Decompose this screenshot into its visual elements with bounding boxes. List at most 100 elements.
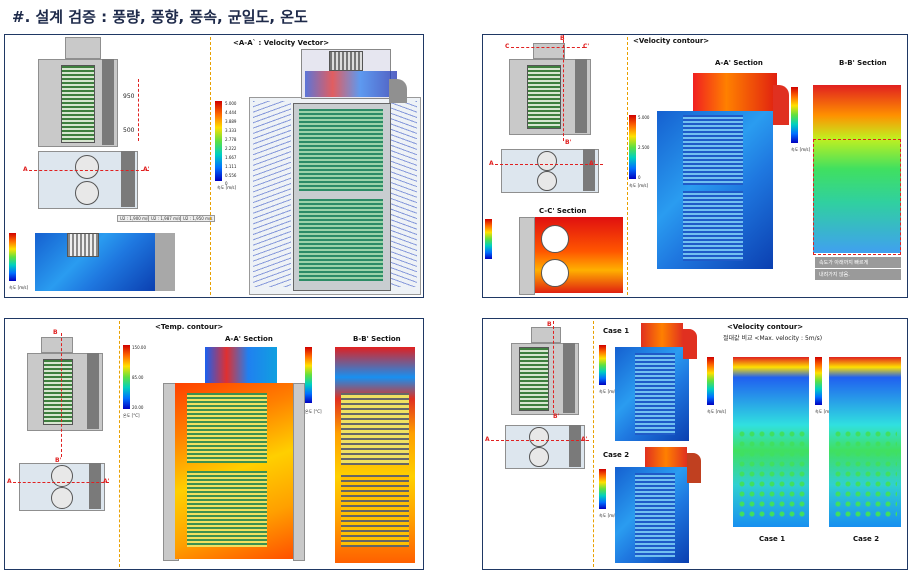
section-line-b-p4 [553,321,554,413]
aa-shelf-lower [683,191,743,261]
case2-bottom-label: Case 2 [853,535,880,543]
vector-tick-0: 5.000 [225,101,237,106]
dimension-line [138,79,139,141]
temp-bb-shelf-lower [341,475,409,547]
top-view-side [121,151,135,207]
cc-left-wall [519,217,535,295]
case1-side-duct [683,329,697,359]
bb-colorbar [791,87,798,143]
dimension-500: 500 [123,127,135,134]
cab4-side [563,343,575,413]
case2-label: Case 2 [603,451,630,459]
fan-circle-2 [75,181,99,205]
vector-tick-1: 4.444 [225,110,237,115]
case1-top [641,323,683,347]
label-a-p4: A [485,436,490,443]
small-unit: 속도 [m/s] [9,285,29,290]
label-b-p4: B [547,321,552,328]
p2-unit: 속도 [m/s] [629,183,649,188]
page-title: #. 설계 검증 : 풍량, 풍향, 풍속, 균일도, 온도 [12,8,308,26]
cab2-grill [527,65,561,129]
temp-aa-body-right [293,383,305,561]
vector-arrows-right [391,101,417,287]
panel4-divider [593,321,594,567]
cab3-top-view-side [89,463,101,509]
temp-bb-shelf-upper [341,393,409,465]
vector-tick-5: 2.222 [225,146,237,151]
compare-unit-1: 속도 [m/s] [707,409,727,414]
section-line-b [563,35,564,141]
cabinet-grill [61,65,95,143]
cc-colorbar [485,219,492,259]
case1-colorbar [599,345,606,385]
p2-tick-0: 5.000 [638,115,650,120]
fan-circle-1 [75,155,99,179]
aa-side-duct [773,85,789,125]
p2-colorbar [629,115,636,179]
panel4-subheader: 절대값 비교 <Max. velocity : 5m/s) [723,335,823,342]
p2-tick-7: 2.500 [638,145,650,150]
case2-top [645,447,687,467]
cabinet-side [102,59,114,145]
label-c: C [505,43,510,50]
vector-tick-2: 3.889 [225,119,237,124]
aa-shelf-upper [683,115,743,185]
vector-tick-3: 3.333 [225,128,237,133]
case2-shelf [635,473,675,557]
case2-side-duct [687,453,701,483]
label-b2: B' [565,139,572,146]
p3-unit: 온도 [°C] [123,413,140,418]
label-a2-p3: A' [103,478,110,485]
vector-shelf-upper [299,109,383,191]
temp-aa-top [205,347,277,383]
label-b2-p4: B' [553,413,560,420]
p2-tick-14: 0 [638,175,641,180]
dimension-950: 950 [123,93,135,100]
label-a2-p2: A' [589,160,596,167]
panel4-header: <Velocity contour> [727,323,804,331]
small-contour-grill [67,233,99,257]
bb-note-2: 내려가지 않음. [815,269,901,280]
bb-highlight [813,139,901,255]
section-bb-title-p2: B-B' Section [839,59,887,67]
cc-fan-2 [541,259,569,287]
small-contour-duct [155,233,175,291]
vector-unit: 속도 [m/s] [217,185,237,190]
compare-colorbar-1 [707,357,714,405]
vector-tick-8: 0.556 [225,173,237,178]
cab3-grill [43,359,73,425]
vector-shelf-lower [299,199,383,281]
panel-velocity-contour: C C' B B' A A' C-C' Section <Velocity co… [482,34,908,298]
compare-case1-dots [737,429,805,519]
panel-velocity-vector: 950 500 A A' 속도 [m/s] U2 : 1,900 m/s U2 … [4,34,424,298]
cab2-side [575,59,587,133]
temp-aa-shelf-upper [187,393,267,463]
vector-colorbar [215,101,222,181]
cab4-top-view-side [569,425,581,467]
cc-fan-1 [541,225,569,253]
aa-contour-top [693,73,777,113]
bb-note-1: 속도가 아래까지 빠르게 [815,257,901,268]
label-c2: C' [583,43,590,50]
cab2-top-view-side [583,149,595,191]
section-cc-title: C-C' Section [539,207,587,215]
panel-divider [210,37,211,295]
cab4-fan-1 [529,427,549,447]
section-label-a2: A' [143,166,150,173]
section-line-a-p2 [495,164,603,165]
panel1-header: <A-A` : Velocity Vector> [233,39,330,47]
bb-unit: 속도 [m/s] [791,147,811,152]
p3-tick-0: 150.00 [132,345,146,350]
label-a-p3: A [7,478,12,485]
case1-bottom-label: Case 1 [759,535,786,543]
compare-case2-dots [833,429,897,519]
vector-tick-6: 1.667 [225,155,237,160]
vector-tick-7: 1.111 [225,164,237,169]
panel3-divider [119,321,120,567]
section-aa-title-p3: A-A' Section [225,335,273,343]
vector-fan [329,51,363,71]
small-colorbar [9,233,16,281]
temp-bb-unit: 온도 [°C] [305,409,322,414]
cab4-grill [519,347,549,411]
vector-top-arrows [305,71,397,97]
